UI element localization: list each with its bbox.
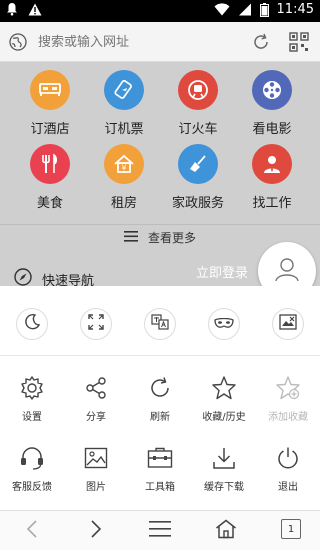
headset-icon xyxy=(18,444,46,472)
quick-nav-header: 快速导航 xyxy=(14,268,94,286)
shortcut-label: 订酒店 xyxy=(30,122,70,137)
no-image-toggle[interactable] xyxy=(272,308,304,340)
menu-refresh[interactable]: 刷新 xyxy=(128,374,192,423)
status-bar: 11:45 xyxy=(0,0,320,22)
menu-label: 收藏/历史 xyxy=(202,412,246,423)
menu-exit[interactable]: 退出 xyxy=(256,444,320,493)
shortcut-label: 家政服务 xyxy=(171,196,224,211)
wifi-icon xyxy=(214,3,230,16)
shortcut-label: 订火车 xyxy=(178,122,218,137)
home-icon xyxy=(215,519,237,543)
shortcut-movie[interactable]: 看电影 xyxy=(232,70,312,137)
moon-icon xyxy=(23,313,41,335)
plane-ticket-icon xyxy=(104,70,144,110)
star-icon xyxy=(210,374,238,402)
clock-time: 11:45 xyxy=(276,2,314,17)
translate-toggle[interactable] xyxy=(144,308,176,340)
signal-icon xyxy=(238,3,252,16)
menu-label: 工具箱 xyxy=(145,482,175,493)
browser-menu-sheet: 设置 分享 刷新 收藏/历史 添加收藏 客服反馈 图片 工具箱 缓存下载 退出 xyxy=(0,286,320,510)
quick-nav-label: 快速导航 xyxy=(42,273,95,287)
shortcut-label: 订机票 xyxy=(104,122,144,137)
menu-label: 设置 xyxy=(22,412,42,423)
menu-label: 客服反馈 xyxy=(12,482,52,493)
shortcut-label: 美食 xyxy=(36,196,63,211)
shortcut-jobs[interactable]: 找工作 xyxy=(232,144,312,211)
menu-share[interactable]: 分享 xyxy=(64,374,128,423)
gear-icon xyxy=(18,374,46,402)
share-icon xyxy=(82,374,110,402)
user-outline-icon xyxy=(273,255,301,287)
no-image-icon xyxy=(279,314,297,334)
notification-bell-icon xyxy=(6,2,18,16)
translate-icon xyxy=(151,314,169,334)
menu-label: 添加收藏 xyxy=(268,412,308,423)
bottom-toolbar: 1 xyxy=(0,510,320,550)
mask-icon xyxy=(214,315,234,334)
shortcut-food[interactable]: 美食 xyxy=(10,144,90,211)
fullscreen-icon xyxy=(88,314,104,334)
shortcut-hotel[interactable]: 订酒店 xyxy=(10,70,90,137)
menu-feedback[interactable]: 客服反馈 xyxy=(0,444,64,493)
shortcut-label: 找工作 xyxy=(252,196,292,211)
bed-icon xyxy=(30,70,70,110)
night-mode-toggle[interactable] xyxy=(16,308,48,340)
fork-knife-icon xyxy=(30,144,70,184)
view-more-label: 查看更多 xyxy=(147,231,196,245)
refresh-icon xyxy=(146,374,174,402)
chevron-left-icon xyxy=(26,519,38,543)
incognito-toggle[interactable] xyxy=(208,308,240,340)
menu-label: 图片 xyxy=(86,482,106,493)
back-button[interactable] xyxy=(20,519,44,543)
shortcut-rent[interactable]: ¥ 租房 xyxy=(84,144,164,211)
list-menu-icon xyxy=(123,230,138,245)
view-more-button[interactable]: 查看更多 xyxy=(0,224,320,248)
menu-downloads[interactable]: 缓存下载 xyxy=(192,444,256,493)
battery-icon xyxy=(259,2,269,17)
tab-switcher-button[interactable]: 1 xyxy=(281,519,301,539)
forward-button[interactable] xyxy=(84,519,108,543)
fullscreen-toggle[interactable] xyxy=(80,308,112,340)
shortcut-flight[interactable]: 订机票 xyxy=(84,70,164,137)
broom-icon xyxy=(178,144,218,184)
warning-icon xyxy=(28,3,42,16)
house-icon: ¥ xyxy=(104,144,144,184)
menu-images[interactable]: 图片 xyxy=(64,444,128,493)
url-search-input[interactable] xyxy=(38,31,238,53)
refresh-icon[interactable] xyxy=(251,32,271,56)
worker-icon xyxy=(252,144,292,184)
menu-label: 缓存下载 xyxy=(204,482,244,493)
shortcut-train[interactable]: 订火车 xyxy=(158,70,238,137)
menu-label: 刷新 xyxy=(150,412,170,423)
quick-toggle-row xyxy=(0,286,320,356)
train-icon xyxy=(178,70,218,110)
hamburger-icon xyxy=(149,521,171,541)
menu-add-bookmark[interactable]: 添加收藏 xyxy=(256,374,320,423)
menu-settings[interactable]: 设置 xyxy=(0,374,64,423)
globe-icon xyxy=(9,33,27,55)
film-reel-icon xyxy=(252,70,292,110)
tab-count: 1 xyxy=(287,523,295,535)
svg-text:¥: ¥ xyxy=(121,164,126,173)
star-add-icon xyxy=(274,374,302,402)
shortcut-label: 看电影 xyxy=(252,122,292,137)
image-icon xyxy=(82,444,110,472)
address-bar xyxy=(0,22,320,62)
login-link[interactable]: 立即登录 xyxy=(196,262,248,281)
power-icon xyxy=(274,444,302,472)
menu-bookmarks-history[interactable]: 收藏/历史 xyxy=(192,374,256,423)
menu-button[interactable] xyxy=(148,519,172,543)
home-button[interactable] xyxy=(214,519,238,543)
shortcut-label: 租房 xyxy=(110,196,137,211)
toolbox-icon xyxy=(146,444,174,472)
menu-label: 分享 xyxy=(86,412,106,423)
shortcut-housekeeping[interactable]: 家政服务 xyxy=(158,144,238,211)
chevron-right-icon xyxy=(90,519,102,543)
download-icon xyxy=(210,444,238,472)
menu-label: 退出 xyxy=(278,482,298,493)
qr-scan-icon[interactable] xyxy=(289,32,309,56)
compass-icon xyxy=(14,268,32,286)
menu-toolbox[interactable]: 工具箱 xyxy=(128,444,192,493)
